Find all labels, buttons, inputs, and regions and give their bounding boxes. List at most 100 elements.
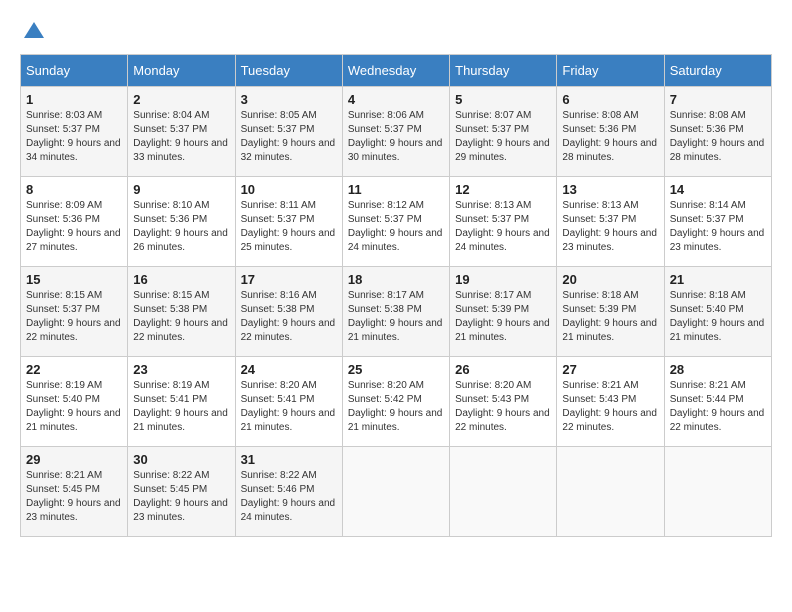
calendar-cell: 27 Sunrise: 8:21 AM Sunset: 5:43 PM Dayl…: [557, 357, 664, 447]
day-info: Sunrise: 8:20 AM Sunset: 5:43 PM Dayligh…: [455, 379, 551, 435]
day-info: Sunrise: 8:13 AM Sunset: 5:37 PM Dayligh…: [455, 199, 551, 255]
calendar-cell: 21 Sunrise: 8:18 AM Sunset: 5:40 PM Dayl…: [664, 267, 771, 357]
calendar-table: SundayMondayTuesdayWednesdayThursdayFrid…: [20, 54, 772, 537]
page-header: [20, 20, 772, 44]
calendar-cell: 24 Sunrise: 8:20 AM Sunset: 5:41 PM Dayl…: [235, 357, 342, 447]
day-number: 25: [348, 362, 444, 377]
day-number: 19: [455, 272, 551, 287]
calendar-cell: 2 Sunrise: 8:04 AM Sunset: 5:37 PM Dayli…: [128, 87, 235, 177]
day-number: 12: [455, 182, 551, 197]
day-number: 1: [26, 92, 122, 107]
calendar-cell: 6 Sunrise: 8:08 AM Sunset: 5:36 PM Dayli…: [557, 87, 664, 177]
calendar-cell: 26 Sunrise: 8:20 AM Sunset: 5:43 PM Dayl…: [450, 357, 557, 447]
day-number: 7: [670, 92, 766, 107]
day-info: Sunrise: 8:16 AM Sunset: 5:38 PM Dayligh…: [241, 289, 337, 345]
day-info: Sunrise: 8:21 AM Sunset: 5:43 PM Dayligh…: [562, 379, 658, 435]
day-info: Sunrise: 8:22 AM Sunset: 5:45 PM Dayligh…: [133, 469, 229, 525]
calendar-cell: 13 Sunrise: 8:13 AM Sunset: 5:37 PM Dayl…: [557, 177, 664, 267]
weekday-header-wednesday: Wednesday: [342, 55, 449, 87]
day-info: Sunrise: 8:21 AM Sunset: 5:44 PM Dayligh…: [670, 379, 766, 435]
day-number: 3: [241, 92, 337, 107]
day-info: Sunrise: 8:08 AM Sunset: 5:36 PM Dayligh…: [562, 109, 658, 165]
day-number: 8: [26, 182, 122, 197]
day-info: Sunrise: 8:15 AM Sunset: 5:38 PM Dayligh…: [133, 289, 229, 345]
calendar-cell: 29 Sunrise: 8:21 AM Sunset: 5:45 PM Dayl…: [21, 447, 128, 537]
calendar-week-row: 29 Sunrise: 8:21 AM Sunset: 5:45 PM Dayl…: [21, 447, 772, 537]
day-number: 9: [133, 182, 229, 197]
day-info: Sunrise: 8:22 AM Sunset: 5:46 PM Dayligh…: [241, 469, 337, 525]
day-number: 15: [26, 272, 122, 287]
day-number: 5: [455, 92, 551, 107]
day-number: 30: [133, 452, 229, 467]
calendar-cell: 31 Sunrise: 8:22 AM Sunset: 5:46 PM Dayl…: [235, 447, 342, 537]
day-number: 29: [26, 452, 122, 467]
day-info: Sunrise: 8:08 AM Sunset: 5:36 PM Dayligh…: [670, 109, 766, 165]
calendar-cell: 7 Sunrise: 8:08 AM Sunset: 5:36 PM Dayli…: [664, 87, 771, 177]
day-info: Sunrise: 8:21 AM Sunset: 5:45 PM Dayligh…: [26, 469, 122, 525]
day-number: 13: [562, 182, 658, 197]
calendar-cell: 4 Sunrise: 8:06 AM Sunset: 5:37 PM Dayli…: [342, 87, 449, 177]
day-number: 14: [670, 182, 766, 197]
calendar-cell: 14 Sunrise: 8:14 AM Sunset: 5:37 PM Dayl…: [664, 177, 771, 267]
day-info: Sunrise: 8:06 AM Sunset: 5:37 PM Dayligh…: [348, 109, 444, 165]
calendar-cell: 28 Sunrise: 8:21 AM Sunset: 5:44 PM Dayl…: [664, 357, 771, 447]
day-info: Sunrise: 8:13 AM Sunset: 5:37 PM Dayligh…: [562, 199, 658, 255]
day-number: 28: [670, 362, 766, 377]
day-info: Sunrise: 8:17 AM Sunset: 5:38 PM Dayligh…: [348, 289, 444, 345]
day-number: 17: [241, 272, 337, 287]
calendar-cell: 10 Sunrise: 8:11 AM Sunset: 5:37 PM Dayl…: [235, 177, 342, 267]
weekday-header-tuesday: Tuesday: [235, 55, 342, 87]
calendar-cell: 5 Sunrise: 8:07 AM Sunset: 5:37 PM Dayli…: [450, 87, 557, 177]
calendar-cell: 1 Sunrise: 8:03 AM Sunset: 5:37 PM Dayli…: [21, 87, 128, 177]
calendar-cell: 22 Sunrise: 8:19 AM Sunset: 5:40 PM Dayl…: [21, 357, 128, 447]
calendar-cell: 20 Sunrise: 8:18 AM Sunset: 5:39 PM Dayl…: [557, 267, 664, 357]
calendar-week-row: 22 Sunrise: 8:19 AM Sunset: 5:40 PM Dayl…: [21, 357, 772, 447]
calendar-cell: 15 Sunrise: 8:15 AM Sunset: 5:37 PM Dayl…: [21, 267, 128, 357]
weekday-header-row: SundayMondayTuesdayWednesdayThursdayFrid…: [21, 55, 772, 87]
day-info: Sunrise: 8:18 AM Sunset: 5:39 PM Dayligh…: [562, 289, 658, 345]
weekday-header-saturday: Saturday: [664, 55, 771, 87]
day-info: Sunrise: 8:10 AM Sunset: 5:36 PM Dayligh…: [133, 199, 229, 255]
day-info: Sunrise: 8:09 AM Sunset: 5:36 PM Dayligh…: [26, 199, 122, 255]
day-number: 6: [562, 92, 658, 107]
calendar-cell: [664, 447, 771, 537]
day-number: 11: [348, 182, 444, 197]
day-number: 16: [133, 272, 229, 287]
day-info: Sunrise: 8:07 AM Sunset: 5:37 PM Dayligh…: [455, 109, 551, 165]
day-number: 2: [133, 92, 229, 107]
day-number: 10: [241, 182, 337, 197]
day-number: 24: [241, 362, 337, 377]
calendar-cell: 19 Sunrise: 8:17 AM Sunset: 5:39 PM Dayl…: [450, 267, 557, 357]
day-info: Sunrise: 8:17 AM Sunset: 5:39 PM Dayligh…: [455, 289, 551, 345]
calendar-cell: 18 Sunrise: 8:17 AM Sunset: 5:38 PM Dayl…: [342, 267, 449, 357]
calendar-cell: [450, 447, 557, 537]
weekday-header-monday: Monday: [128, 55, 235, 87]
logo: [20, 20, 46, 44]
calendar-cell: 30 Sunrise: 8:22 AM Sunset: 5:45 PM Dayl…: [128, 447, 235, 537]
day-info: Sunrise: 8:04 AM Sunset: 5:37 PM Dayligh…: [133, 109, 229, 165]
calendar-cell: [342, 447, 449, 537]
logo-icon: [22, 20, 46, 44]
day-info: Sunrise: 8:20 AM Sunset: 5:42 PM Dayligh…: [348, 379, 444, 435]
weekday-header-sunday: Sunday: [21, 55, 128, 87]
calendar-cell: 17 Sunrise: 8:16 AM Sunset: 5:38 PM Dayl…: [235, 267, 342, 357]
day-info: Sunrise: 8:19 AM Sunset: 5:41 PM Dayligh…: [133, 379, 229, 435]
day-number: 22: [26, 362, 122, 377]
calendar-cell: [557, 447, 664, 537]
calendar-cell: 23 Sunrise: 8:19 AM Sunset: 5:41 PM Dayl…: [128, 357, 235, 447]
calendar-week-row: 15 Sunrise: 8:15 AM Sunset: 5:37 PM Dayl…: [21, 267, 772, 357]
day-info: Sunrise: 8:18 AM Sunset: 5:40 PM Dayligh…: [670, 289, 766, 345]
calendar-cell: 8 Sunrise: 8:09 AM Sunset: 5:36 PM Dayli…: [21, 177, 128, 267]
day-number: 20: [562, 272, 658, 287]
day-number: 26: [455, 362, 551, 377]
calendar-cell: 9 Sunrise: 8:10 AM Sunset: 5:36 PM Dayli…: [128, 177, 235, 267]
calendar-cell: 3 Sunrise: 8:05 AM Sunset: 5:37 PM Dayli…: [235, 87, 342, 177]
day-number: 21: [670, 272, 766, 287]
day-number: 23: [133, 362, 229, 377]
calendar-cell: 16 Sunrise: 8:15 AM Sunset: 5:38 PM Dayl…: [128, 267, 235, 357]
day-info: Sunrise: 8:11 AM Sunset: 5:37 PM Dayligh…: [241, 199, 337, 255]
day-info: Sunrise: 8:14 AM Sunset: 5:37 PM Dayligh…: [670, 199, 766, 255]
day-info: Sunrise: 8:15 AM Sunset: 5:37 PM Dayligh…: [26, 289, 122, 345]
day-number: 31: [241, 452, 337, 467]
calendar-week-row: 1 Sunrise: 8:03 AM Sunset: 5:37 PM Dayli…: [21, 87, 772, 177]
